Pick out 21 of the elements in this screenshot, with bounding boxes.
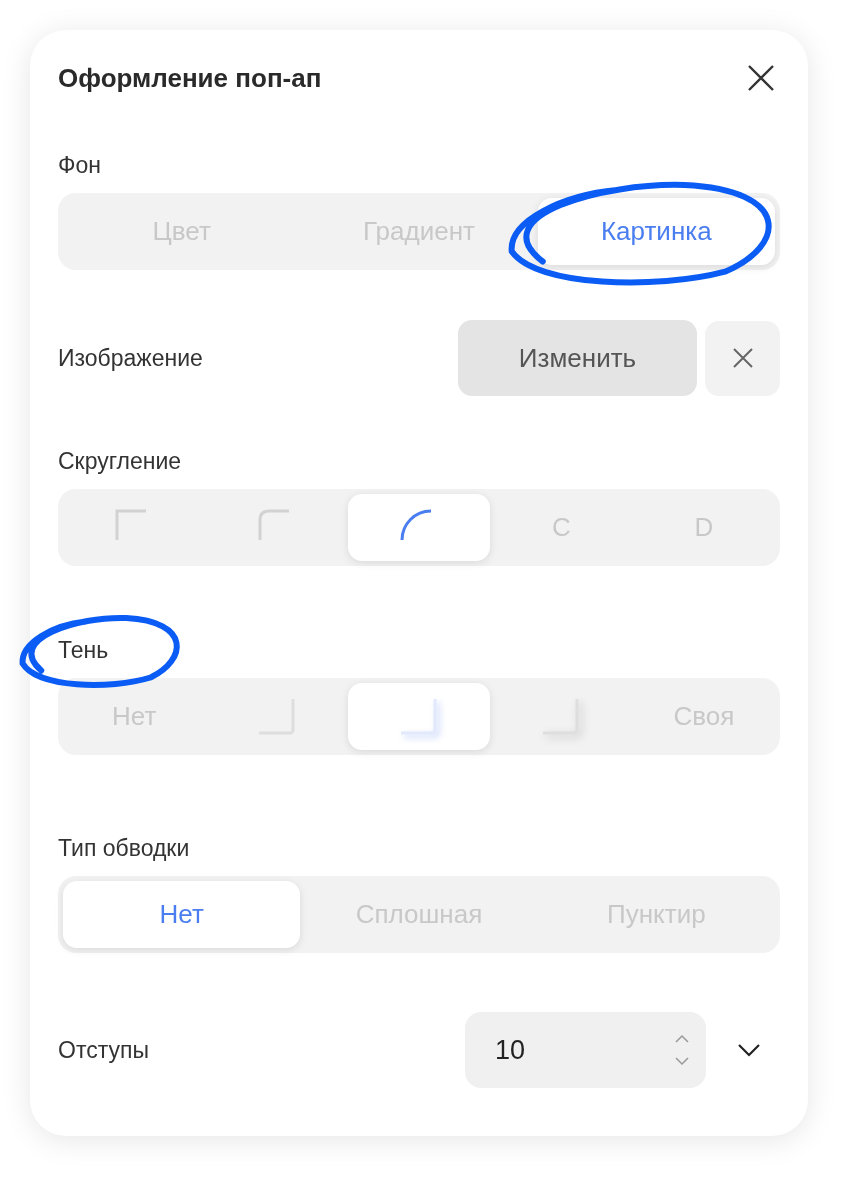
change-button[interactable]: Изменить	[458, 320, 697, 396]
number-field[interactable]: 10	[465, 1012, 706, 1088]
remove-button[interactable]	[705, 320, 780, 396]
increment-icon	[674, 1033, 690, 1045]
chevron-down-icon	[737, 1042, 761, 1058]
close-icon	[730, 346, 755, 370]
section-label: Тип обводки	[58, 834, 190, 863]
close-button[interactable]	[746, 63, 776, 93]
section-label: Изображение	[58, 344, 203, 373]
segment-tab[interactable]	[347, 683, 491, 750]
segment-tab[interactable]: Картинка	[537, 198, 775, 265]
close-icon	[746, 63, 776, 93]
shadow-corner-icon	[399, 696, 439, 737]
section-label: Тень	[58, 636, 109, 665]
section-label: Отступы	[58, 1036, 149, 1065]
dialog-title: Оформление поп-ап	[58, 62, 322, 94]
segment-tab[interactable]	[347, 494, 491, 561]
segment-tab[interactable]: Нет	[63, 881, 301, 948]
section-label: Фон	[58, 151, 101, 180]
decrement-icon	[674, 1055, 690, 1067]
section-label: Скругление	[58, 447, 182, 476]
